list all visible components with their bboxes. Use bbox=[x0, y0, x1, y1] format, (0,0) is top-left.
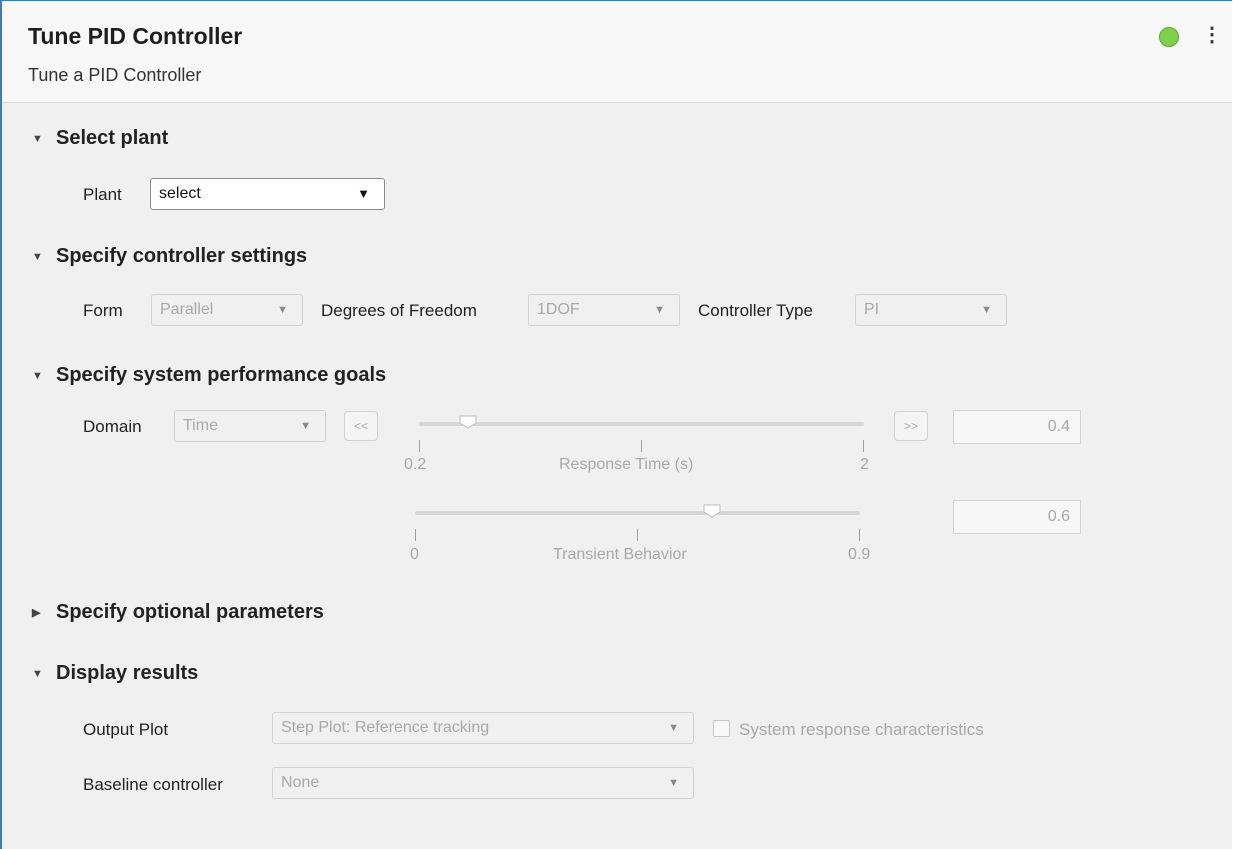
domain-label: Domain bbox=[83, 417, 142, 436]
section-optional-parameters[interactable]: ▶ Specify optional parameters bbox=[32, 601, 324, 624]
controller-type-dropdown-value: PI bbox=[864, 301, 880, 318]
section-title-label: Display results bbox=[56, 662, 199, 684]
dof-label: Degrees of Freedom bbox=[321, 301, 477, 320]
section-title-label: Specify system performance goals bbox=[56, 364, 387, 386]
controller-type-label: Controller Type bbox=[698, 301, 813, 320]
slider-tick-mid bbox=[641, 440, 642, 452]
response-time-max-label: 2 bbox=[860, 456, 869, 473]
plant-dropdown[interactable]: select ▼ bbox=[150, 178, 385, 210]
baseline-controller-label: Baseline controller bbox=[83, 775, 223, 794]
chevron-down-icon: ▼ bbox=[668, 722, 679, 734]
decrease-response-button[interactable]: << bbox=[344, 411, 378, 441]
status-indicator-icon bbox=[1159, 27, 1179, 47]
dof-dropdown[interactable]: 1DOF ▼ bbox=[528, 294, 680, 326]
baseline-controller-dropdown[interactable]: None ▼ bbox=[272, 767, 694, 799]
section-controller-settings[interactable]: ▼ Specify controller settings bbox=[32, 245, 307, 268]
transient-axis-label: Transient Behavior bbox=[553, 546, 687, 563]
section-performance-goals[interactable]: ▼ Specify system performance goals bbox=[32, 364, 386, 387]
response-time-value-field[interactable]: 0.4 bbox=[953, 410, 1081, 444]
slider-tick-max bbox=[863, 440, 864, 452]
slider-tick-min bbox=[419, 440, 420, 452]
dof-dropdown-value: 1DOF bbox=[537, 301, 580, 318]
response-time-axis-label: Response Time (s) bbox=[559, 456, 694, 473]
increase-response-button[interactable]: >> bbox=[894, 411, 928, 441]
slider-tick-min bbox=[415, 529, 416, 541]
caret-down-icon[interactable]: ▼ bbox=[32, 668, 48, 680]
section-title-label: Specify optional parameters bbox=[56, 601, 324, 623]
output-plot-dropdown[interactable]: Step Plot: Reference tracking ▼ bbox=[272, 712, 694, 744]
section-display-results[interactable]: ▼ Display results bbox=[32, 662, 198, 685]
plant-label: Plant bbox=[83, 185, 122, 204]
form-label: Form bbox=[83, 301, 123, 320]
baseline-controller-dropdown-value: None bbox=[281, 774, 320, 791]
slider-thumb[interactable] bbox=[703, 504, 721, 518]
domain-dropdown-value: Time bbox=[183, 417, 218, 434]
plant-dropdown-value: select bbox=[159, 185, 201, 202]
response-time-min-label: 0.2 bbox=[404, 456, 427, 473]
caret-down-icon[interactable]: ▼ bbox=[32, 251, 48, 263]
form-dropdown-value: Parallel bbox=[160, 301, 214, 318]
chevron-down-icon: ▼ bbox=[668, 777, 679, 789]
task-header: Tune PID Controller Tune a PID Controlle… bbox=[2, 1, 1232, 103]
caret-down-icon[interactable]: ▼ bbox=[32, 370, 48, 382]
slider-tick-mid bbox=[637, 529, 638, 541]
output-plot-label: Output Plot bbox=[83, 720, 169, 739]
slider-tick-max bbox=[859, 529, 860, 541]
slider-track[interactable] bbox=[415, 511, 860, 515]
chevron-down-icon: ▼ bbox=[357, 186, 370, 201]
slider-thumb[interactable] bbox=[459, 415, 477, 429]
caret-down-icon[interactable]: ▼ bbox=[32, 133, 48, 145]
task-title: Tune PID Controller bbox=[28, 23, 243, 49]
form-dropdown[interactable]: Parallel ▼ bbox=[151, 294, 303, 326]
task-subtitle: Tune a PID Controller bbox=[28, 65, 202, 85]
section-select-plant[interactable]: ▼ Select plant bbox=[32, 127, 168, 150]
transient-value-field[interactable]: 0.6 bbox=[953, 500, 1081, 534]
slider-track[interactable] bbox=[419, 422, 864, 426]
chevron-down-icon: ▼ bbox=[654, 304, 665, 316]
response-characteristics-checkbox[interactable] bbox=[713, 720, 730, 737]
transient-max-label: 0.9 bbox=[848, 546, 871, 563]
output-plot-dropdown-value: Step Plot: Reference tracking bbox=[281, 719, 490, 736]
live-task-panel: Tune PID Controller Tune a PID Controlle… bbox=[0, 0, 1232, 849]
caret-right-icon[interactable]: ▶ bbox=[32, 606, 48, 619]
more-options-icon[interactable]: ⋮ bbox=[1202, 23, 1222, 47]
chevron-down-icon: ▼ bbox=[277, 304, 288, 316]
chevron-down-icon: ▼ bbox=[981, 304, 992, 316]
section-title-label: Select plant bbox=[56, 127, 169, 149]
section-title-label: Specify controller settings bbox=[56, 245, 308, 267]
response-characteristics-label: System response characteristics bbox=[739, 720, 984, 739]
chevron-down-icon: ▼ bbox=[300, 420, 311, 432]
domain-dropdown[interactable]: Time ▼ bbox=[174, 410, 326, 442]
transient-min-label: 0 bbox=[410, 546, 419, 563]
controller-type-dropdown[interactable]: PI ▼ bbox=[855, 294, 1007, 326]
